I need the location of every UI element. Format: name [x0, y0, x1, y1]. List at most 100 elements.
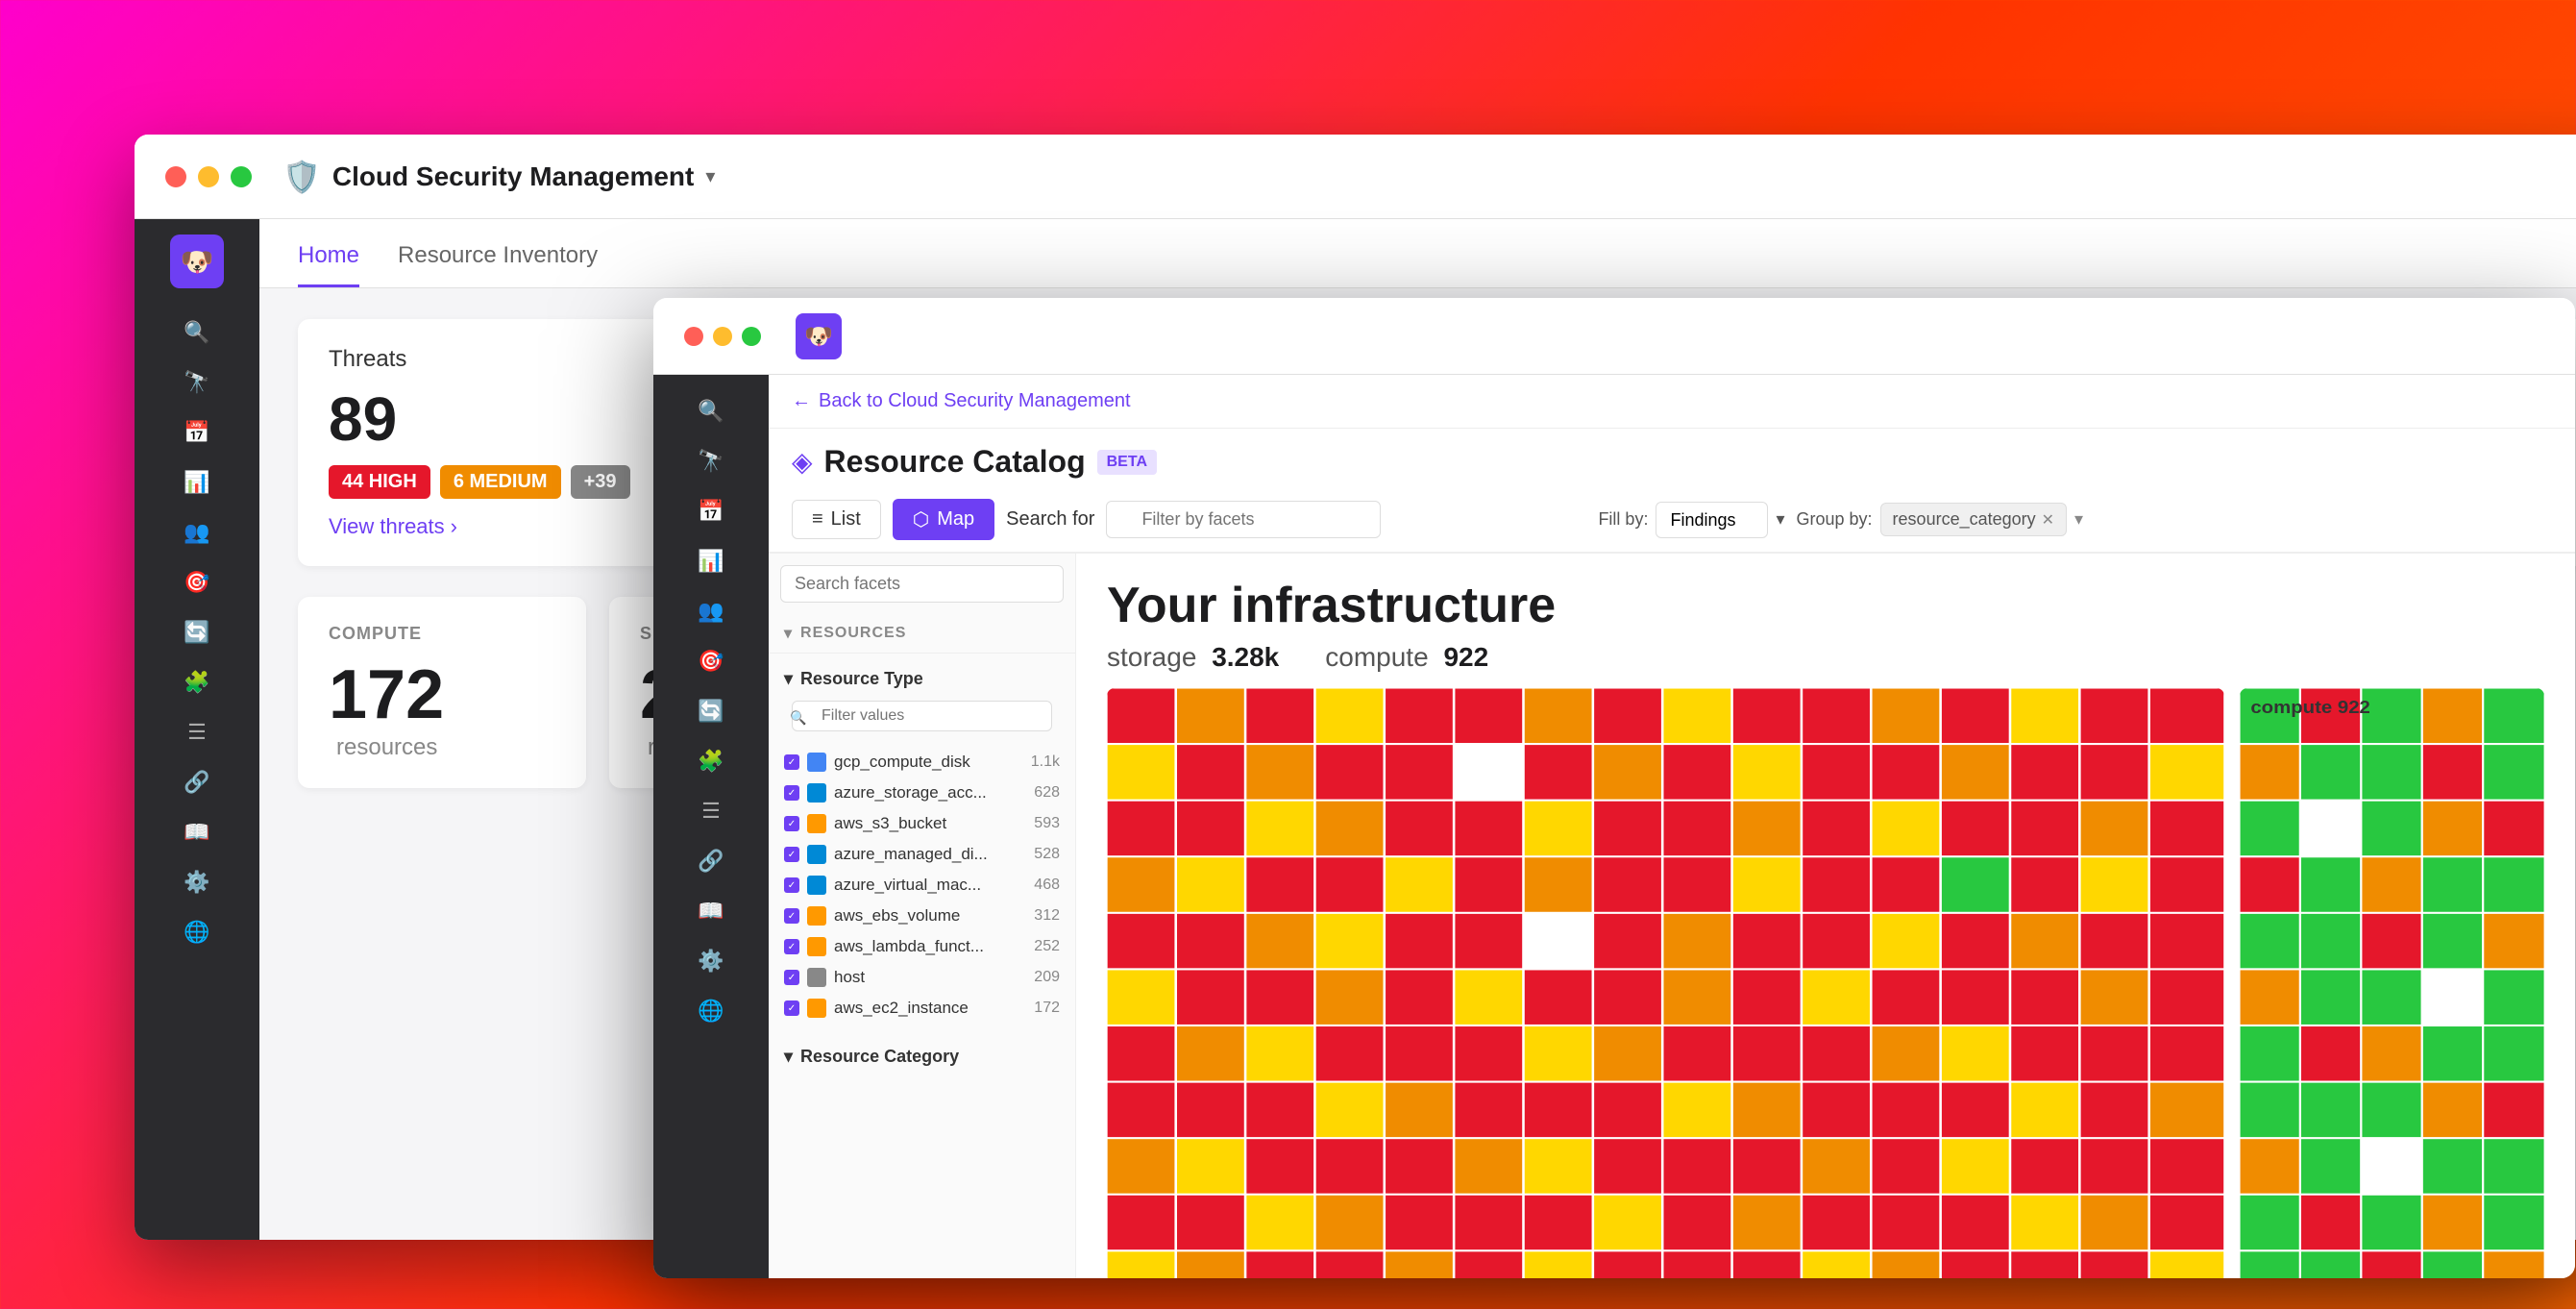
resource-category-title[interactable]: ▾ Resource Category — [769, 1039, 1075, 1074]
sidebar-front: 🔍 🔭 📅 📊 👥 🎯 🔄 🧩 ☰ 🔗 📖 ⚙️ 🌐 — [653, 375, 769, 1278]
chevron-down-icon[interactable]: ▾ — [705, 164, 715, 188]
checkbox-azure-managed[interactable]: ✓ — [784, 847, 799, 862]
compute-card: COMPUTE 172 resources — [298, 597, 586, 788]
front-sidebar-puzzle[interactable]: 🧩 — [690, 740, 732, 782]
chevron-down-category-icon: ▾ — [784, 1047, 793, 1067]
resource-count: 468 — [1034, 877, 1060, 894]
compute-treemap: compute 922 — [2240, 688, 2544, 1278]
badge-plus: +39 — [571, 465, 630, 499]
checkbox-azure-virtual[interactable]: ✓ — [784, 877, 799, 893]
front-sidebar-chart[interactable]: 📊 — [690, 540, 732, 582]
aws-icon-4 — [807, 999, 826, 1018]
front-sidebar-settings[interactable]: ⚙️ — [690, 940, 732, 982]
list-item: ✓ azure_managed_di... 528 — [769, 839, 1075, 870]
front-content: ← Back to Cloud Security Management ◈ Re… — [769, 375, 2575, 1278]
storage-treemap — [1107, 688, 2224, 1278]
checkbox-aws-lambda[interactable]: ✓ — [784, 939, 799, 954]
sidebar-item-calendar[interactable]: 📅 — [176, 411, 218, 454]
group-by-dropdown-icon[interactable]: ▾ — [2074, 509, 2083, 530]
checkbox-aws-ec2[interactable]: ✓ — [784, 1000, 799, 1016]
resource-count: 528 — [1034, 846, 1060, 863]
checkbox-aws-s3[interactable]: ✓ — [784, 816, 799, 831]
filter-by-facets-input[interactable] — [1106, 501, 1381, 538]
filter-values-search-icon: 🔍 — [790, 710, 806, 727]
search-facets-input[interactable] — [780, 565, 1064, 603]
title-area: 🛡️ Cloud Security Management ▾ — [282, 159, 715, 195]
resource-count: 172 — [1034, 1000, 1060, 1017]
azure-icon — [807, 783, 826, 803]
sidebar-item-link[interactable]: 🔗 — [176, 761, 218, 803]
list-item: ✓ aws_ebs_volume 312 — [769, 901, 1075, 931]
compute-value: 172 — [329, 656, 444, 733]
sidebar-item-target[interactable]: 🎯 — [176, 561, 218, 604]
checkbox-gcp-compute-disk[interactable]: ✓ — [784, 754, 799, 770]
front-sidebar-globe[interactable]: 🌐 — [690, 990, 732, 1032]
sidebar-item-people[interactable]: 👥 — [176, 511, 218, 554]
front-sidebar-calendar[interactable]: 📅 — [690, 490, 732, 532]
map-view-button[interactable]: ⬡ Map — [893, 499, 994, 540]
compute-unit: resources — [336, 734, 437, 760]
sidebar-item-search[interactable]: 🔍 — [176, 311, 218, 354]
toolbar: ≡ List ⬡ Map Search for 🔍 Fill by: Findi… — [769, 487, 2575, 553]
azure-icon-2 — [807, 845, 826, 864]
front-sidebar-refresh[interactable]: 🔄 — [690, 690, 732, 732]
minimize-dot[interactable] — [198, 166, 219, 187]
gcp-icon — [807, 753, 826, 772]
list-view-button[interactable]: ≡ List — [792, 500, 881, 539]
group-by-tag-value: resource_category — [1893, 509, 2036, 530]
resource-type-title[interactable]: ▾ Resource Type — [769, 661, 1075, 697]
sidebar-item-settings[interactable]: ⚙️ — [176, 861, 218, 903]
front-sidebar-people[interactable]: 👥 — [690, 590, 732, 632]
checkbox-azure-storage[interactable]: ✓ — [784, 785, 799, 801]
resource-count: 252 — [1034, 938, 1060, 955]
resource-catalog-title: Resource Catalog — [824, 444, 1086, 480]
chevron-down-resources-icon: ▾ — [784, 624, 793, 643]
list-item: ✓ azure_virtual_mac... 468 — [769, 870, 1075, 901]
expand-dot[interactable] — [231, 166, 252, 187]
front-sidebar-target[interactable]: 🎯 — [690, 640, 732, 682]
window-title: Cloud Security Management — [332, 161, 695, 192]
close-dot-front[interactable] — [684, 327, 703, 346]
group-by-tag-close[interactable]: ✕ — [2042, 510, 2054, 530]
compute-category: compute 922 — [1325, 642, 1488, 673]
front-sidebar-book[interactable]: 📖 — [690, 890, 732, 932]
fill-by-group: Fill by: Findings ▾ — [1598, 502, 1784, 538]
list-item: ✓ gcp_compute_disk 1.1k — [769, 747, 1075, 778]
minimize-dot-front[interactable] — [713, 327, 732, 346]
sidebar-item-binoculars[interactable]: 🔭 — [176, 361, 218, 404]
badge-medium: 6 MEDIUM — [440, 465, 561, 499]
arrow-right-icon: › — [451, 514, 457, 539]
map-area: Your infrastructure storage 3.28k comput… — [1076, 554, 2575, 1278]
front-sidebar-binoculars[interactable]: 🔭 — [690, 440, 732, 482]
expand-dot-front[interactable] — [742, 327, 761, 346]
sidebar-item-puzzle[interactable]: 🧩 — [176, 661, 218, 704]
sidebar-item-book[interactable]: 📖 — [176, 811, 218, 853]
tab-home[interactable]: Home — [298, 242, 359, 287]
list-item: ✓ aws_ec2_instance 172 — [769, 993, 1075, 1024]
list-item: ✓ aws_lambda_funct... 252 — [769, 931, 1075, 962]
resource-label: azure_virtual_mac... — [834, 876, 981, 895]
front-sidebar-search[interactable]: 🔍 — [690, 390, 732, 432]
sidebar-item-globe[interactable]: 🌐 — [176, 911, 218, 953]
front-sidebar-list[interactable]: ☰ — [690, 790, 732, 832]
checkbox-host[interactable]: ✓ — [784, 970, 799, 985]
left-panel: ▾ RESOURCES ▾ Resource Type 🔍 — [769, 554, 1076, 1278]
sidebar-item-refresh[interactable]: 🔄 — [176, 611, 218, 654]
infra-title: Your infrastructure — [1107, 577, 2544, 634]
list-icon: ≡ — [812, 508, 823, 531]
traffic-lights-front — [684, 327, 761, 346]
storage-count: 3.28k — [1212, 642, 1279, 672]
tab-resource-inventory[interactable]: Resource Inventory — [398, 242, 598, 287]
filter-values-input[interactable] — [792, 701, 1052, 731]
sidebar-item-chart[interactable]: 📊 — [176, 461, 218, 504]
svg-text:🐶: 🐶 — [181, 247, 214, 277]
checkbox-aws-ebs[interactable]: ✓ — [784, 908, 799, 924]
resources-header[interactable]: ▾ RESOURCES — [769, 614, 1075, 653]
resource-label: azure_storage_acc... — [834, 783, 987, 803]
close-dot[interactable] — [165, 166, 186, 187]
back-link[interactable]: ← Back to Cloud Security Management — [769, 375, 2575, 429]
sidebar-item-list[interactable]: ☰ — [176, 711, 218, 753]
resource-label: gcp_compute_disk — [834, 753, 970, 772]
front-sidebar-link[interactable]: 🔗 — [690, 840, 732, 882]
fill-by-select[interactable]: Findings — [1656, 502, 1768, 538]
